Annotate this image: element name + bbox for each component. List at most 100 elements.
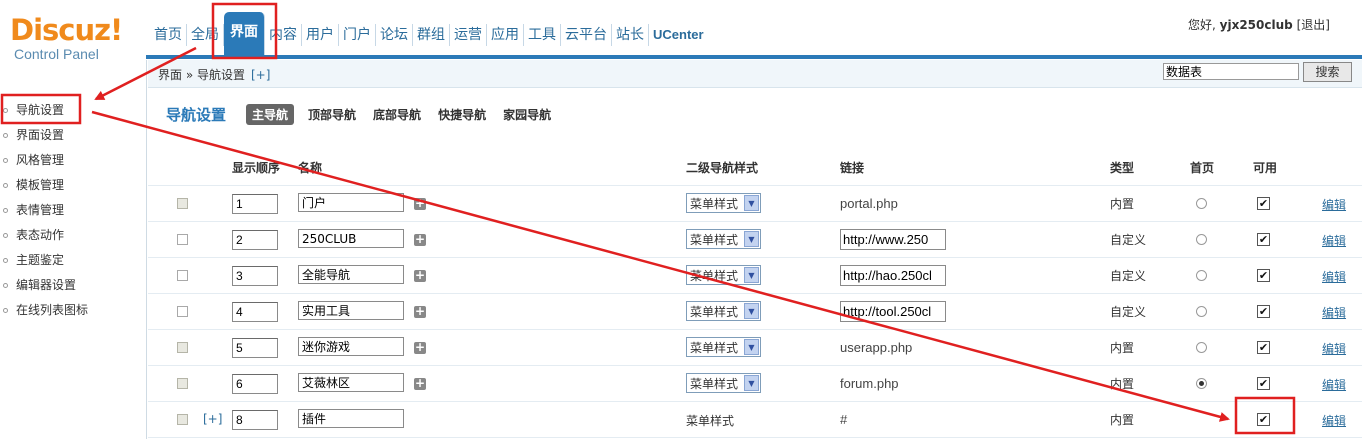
name-input[interactable] [298,409,404,428]
enabled-checkbox[interactable]: ✔ [1257,233,1270,246]
sidebar-item-4[interactable]: 表情管理 [0,198,146,223]
home-radio[interactable] [1196,234,1207,245]
sidebar-item-8[interactable]: 在线列表图标 [0,298,146,323]
add-shortcut-link[interactable]: [+] [251,68,270,82]
edit-link[interactable]: 编辑 [1322,304,1346,321]
nav-item-2[interactable]: 界面 [224,12,265,58]
edit-link[interactable]: 编辑 [1322,376,1346,393]
home-radio[interactable] [1196,342,1207,353]
edit-link[interactable]: 编辑 [1322,340,1346,357]
delete-checkbox[interactable] [177,342,188,353]
add-child-icon[interactable]: + [414,377,426,390]
enabled-checkbox[interactable]: ✔ [1257,305,1270,318]
sidebar-item-3[interactable]: 模板管理 [0,173,146,198]
delete-checkbox[interactable] [177,378,188,389]
add-child-icon[interactable]: + [414,197,426,210]
name-input[interactable] [298,337,404,356]
sidebar-item-1[interactable]: 界面设置 [0,123,146,148]
nav-item-11[interactable]: 云平台 [561,24,612,46]
add-child-icon[interactable]: + [414,341,426,354]
sidebar-item-6[interactable]: 主题鉴定 [0,248,146,273]
type-text: 内置 [1110,413,1135,427]
enabled-checkbox[interactable]: ✔ [1257,413,1270,426]
style-select[interactable]: 菜单样式 ▼ [686,193,761,213]
home-radio[interactable] [1196,198,1207,209]
delete-checkbox[interactable] [177,198,188,209]
name-input[interactable] [298,193,404,212]
style-select[interactable]: 菜单样式 ▼ [686,373,761,393]
edit-link[interactable]: 编辑 [1322,268,1346,285]
search-button[interactable]: 搜索 [1303,62,1352,82]
tab-2[interactable]: 底部导航 [373,106,421,123]
add-child-icon[interactable]: + [414,269,426,282]
edit-link[interactable]: 编辑 [1322,232,1346,249]
nav-item-10[interactable]: 工具 [524,24,561,46]
add-sub-item-link[interactable]: [+] [203,412,222,426]
sidebar-item-7[interactable]: 编辑器设置 [0,273,146,298]
sidebar-item-0[interactable]: 导航设置 [0,98,146,123]
link-input[interactable] [840,229,946,250]
order-input[interactable] [232,230,278,250]
logout-link[interactable]: [退出] [1297,18,1330,32]
order-input[interactable] [232,410,278,430]
nav-item-7[interactable]: 群组 [413,24,450,46]
nav-item-12[interactable]: 站长 [612,24,649,46]
name-input[interactable] [298,301,404,320]
style-select[interactable]: 菜单样式 ▼ [686,229,761,249]
tab-3[interactable]: 快捷导航 [438,106,486,123]
delete-checkbox[interactable] [177,270,188,281]
tab-0[interactable]: 主导航 [246,104,295,125]
nav-item-3[interactable]: 内容 [265,24,302,46]
breadcrumb-path: 界面 » 导航设置 [158,68,245,82]
delete-checkbox[interactable] [177,306,188,317]
nav-item-0[interactable]: 首页 [150,24,187,46]
order-input[interactable] [232,302,278,322]
link-input[interactable] [840,265,946,286]
nav-item-13[interactable]: UCenter [649,24,708,46]
home-radio[interactable] [1196,378,1207,389]
enabled-checkbox[interactable]: ✔ [1257,269,1270,282]
search-input[interactable] [1163,63,1299,80]
sidebar-item-2[interactable]: 风格管理 [0,148,146,173]
home-radio[interactable] [1196,270,1207,281]
tab-1[interactable]: 顶部导航 [308,106,356,123]
style-select[interactable]: 菜单样式 ▼ [686,265,761,285]
order-input[interactable] [232,338,278,358]
order-input[interactable] [232,194,278,214]
edit-link[interactable]: 编辑 [1322,196,1346,213]
chevron-down-icon: ▼ [744,303,759,319]
edit-link[interactable]: 编辑 [1322,412,1346,429]
order-input[interactable] [232,374,278,394]
nav-item-4[interactable]: 用户 [302,24,339,46]
name-input[interactable] [298,229,404,248]
nav-item-9[interactable]: 应用 [487,24,524,46]
enabled-checkbox[interactable]: ✔ [1257,197,1270,210]
nav-item-5[interactable]: 门户 [339,24,376,46]
page-title: 导航设置 [166,106,227,124]
style-select[interactable]: 菜单样式 ▼ [686,337,761,357]
enabled-checkbox[interactable]: ✔ [1257,341,1270,354]
tab-bar: 导航设置 主导航 顶部导航 底部导航 快捷导航 家园导航 [166,104,568,125]
enabled-checkbox[interactable]: ✔ [1257,377,1270,390]
name-input[interactable] [298,265,404,284]
greeting-text: 您好, [1188,18,1216,32]
home-radio[interactable] [1196,306,1207,317]
bullet-icon [3,133,8,138]
nav-item-1[interactable]: 全局 [187,24,224,46]
tab-4[interactable]: 家园导航 [503,106,551,123]
header: Discuz! Control Panel 首页 全局 界面 内容 用户 门户 论坛 群组 运营… [0,0,1362,62]
add-child-icon[interactable]: + [414,233,426,246]
link-text: forum.php [840,376,899,391]
delete-checkbox[interactable] [177,234,188,245]
style-select[interactable]: 菜单样式 ▼ [686,301,761,321]
link-input[interactable] [840,301,946,322]
name-input[interactable] [298,373,404,392]
add-child-icon[interactable]: + [414,305,426,318]
style-select-value: 菜单样式 [690,269,739,283]
delete-checkbox[interactable] [177,414,188,425]
nav-item-8[interactable]: 运营 [450,24,487,46]
order-input[interactable] [232,266,278,286]
nav-item-6[interactable]: 论坛 [376,24,413,46]
col-home: 首页 [1190,161,1215,175]
sidebar-item-5[interactable]: 表态动作 [0,223,146,248]
